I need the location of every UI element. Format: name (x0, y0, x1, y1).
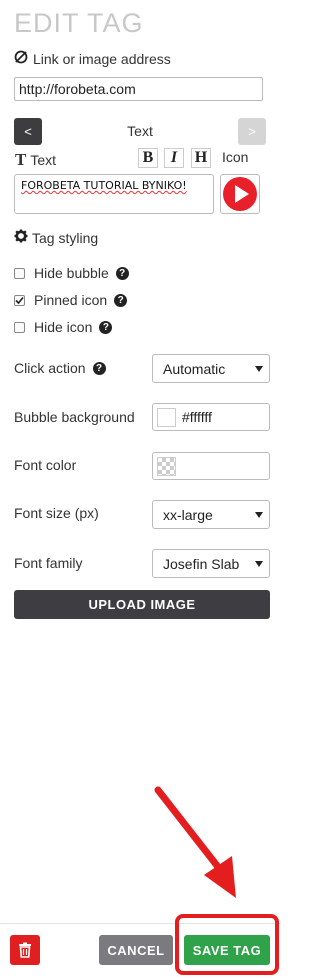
tag-styling-label: Tag styling (32, 229, 99, 246)
pinned-icon-label: Pinned icon (34, 292, 108, 308)
edit-tag-panel: EDIT TAG Link or image address < Text > … (0, 0, 281, 978)
save-highlight-annotation (175, 914, 279, 975)
hide-icon-row[interactable]: Hide icon ? (14, 319, 113, 335)
bubble-background-value: #ffffff (182, 409, 212, 425)
text-label-row: T Text (15, 150, 56, 170)
hide-icon-checkbox[interactable] (14, 321, 25, 333)
font-family-value: Josefin Slab (163, 555, 240, 572)
bubble-background-label: Bubble background (14, 409, 135, 425)
font-size-value: xx-large (163, 506, 213, 523)
click-action-select[interactable]: Automatic (152, 354, 270, 383)
italic-button[interactable]: I (164, 148, 184, 168)
click-action-label-row: Click action ? (14, 360, 106, 376)
font-color-input[interactable] (152, 452, 270, 480)
upload-image-button[interactable]: UPLOAD IMAGE (14, 590, 270, 619)
text-icon: T (15, 150, 27, 169)
transparent-swatch-icon[interactable] (157, 456, 176, 476)
font-color-label: Font color (14, 457, 77, 473)
color-swatch[interactable] (157, 407, 176, 427)
click-action-value: Automatic (163, 360, 226, 377)
link-address-input[interactable] (14, 77, 263, 101)
help-icon[interactable]: ? (92, 361, 106, 375)
checkmark-icon (15, 296, 24, 304)
annotation-arrow (154, 786, 236, 898)
hide-bubble-checkbox[interactable] (14, 267, 25, 279)
cancel-button[interactable]: CANCEL (99, 935, 173, 965)
help-icon[interactable]: ? (115, 266, 129, 280)
next-button[interactable]: > (238, 118, 266, 145)
trash-icon (19, 942, 31, 958)
bubble-background-input[interactable]: #ffffff (152, 403, 270, 431)
play-icon (223, 177, 257, 211)
help-icon[interactable]: ? (99, 320, 113, 334)
hide-bubble-label: Hide bubble (34, 265, 109, 281)
hide-icon-label: Hide icon (34, 319, 93, 335)
page-title: EDIT TAG (14, 8, 144, 38)
font-size-select[interactable]: xx-large (152, 500, 270, 529)
chevron-down-icon (255, 561, 263, 567)
heading-button[interactable]: H (191, 148, 211, 168)
font-family-label: Font family (14, 555, 83, 571)
click-action-label: Click action (14, 360, 86, 376)
tag-styling-header: Tag styling (14, 229, 98, 246)
mode-label: Text (127, 123, 153, 139)
tag-text-input[interactable]: FOROBETA TUTORIAL BYNIKO! (14, 174, 214, 214)
link-label-row: Link or image address (14, 50, 171, 67)
font-family-select[interactable]: Josefin Slab (152, 549, 270, 578)
text-label: Text (30, 152, 57, 168)
pinned-icon-checkbox[interactable] (14, 294, 25, 306)
prev-button[interactable]: < (14, 118, 42, 145)
icon-picker[interactable] (220, 174, 260, 214)
hide-bubble-row[interactable]: Hide bubble ? (14, 265, 129, 281)
chevron-down-icon (255, 512, 263, 518)
bold-button[interactable]: B (138, 148, 158, 168)
link-icon (14, 50, 28, 67)
pinned-icon-row[interactable]: Pinned icon ? (14, 292, 128, 308)
chevron-down-icon (255, 366, 263, 372)
icon-label: Icon (222, 149, 249, 165)
help-icon[interactable]: ? (114, 293, 128, 307)
font-size-label: Font size (px) (14, 505, 99, 521)
delete-button[interactable] (10, 935, 40, 965)
link-label: Link or image address (33, 50, 171, 67)
tag-text-value: FOROBETA TUTORIAL BYNIKO! (21, 179, 187, 192)
gear-icon (14, 229, 28, 246)
